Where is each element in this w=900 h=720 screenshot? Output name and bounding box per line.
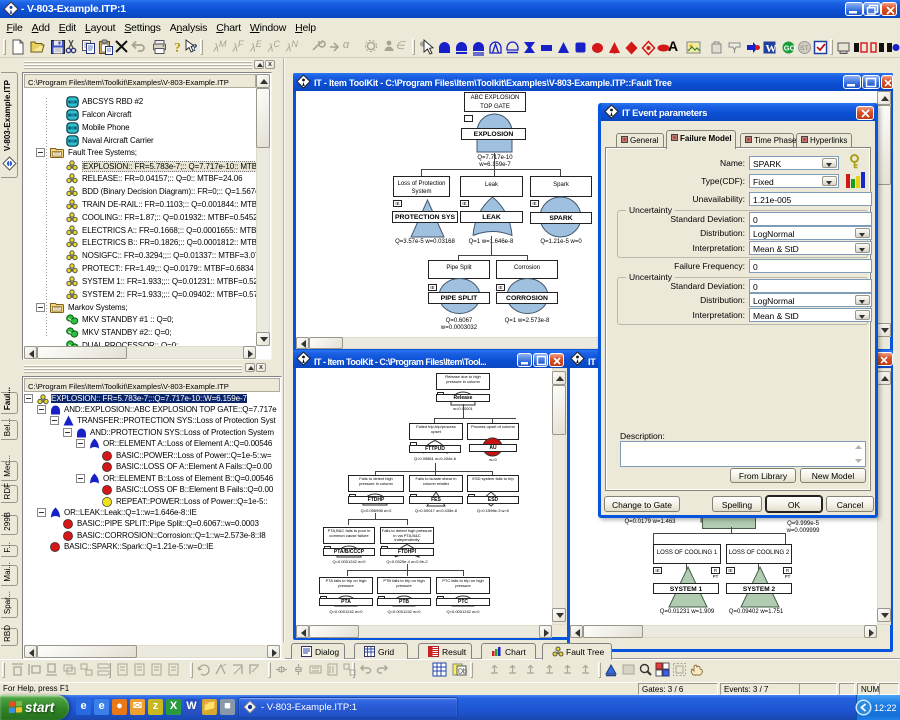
svg-text:?: ? <box>192 42 198 54</box>
svg-text:?: ? <box>174 41 181 56</box>
svg-text:ST: ST <box>800 45 808 52</box>
svg-text:W: W <box>766 43 777 55</box>
svg-text:GO: GO <box>784 44 796 53</box>
svg-text:Db: Db <box>458 669 467 676</box>
